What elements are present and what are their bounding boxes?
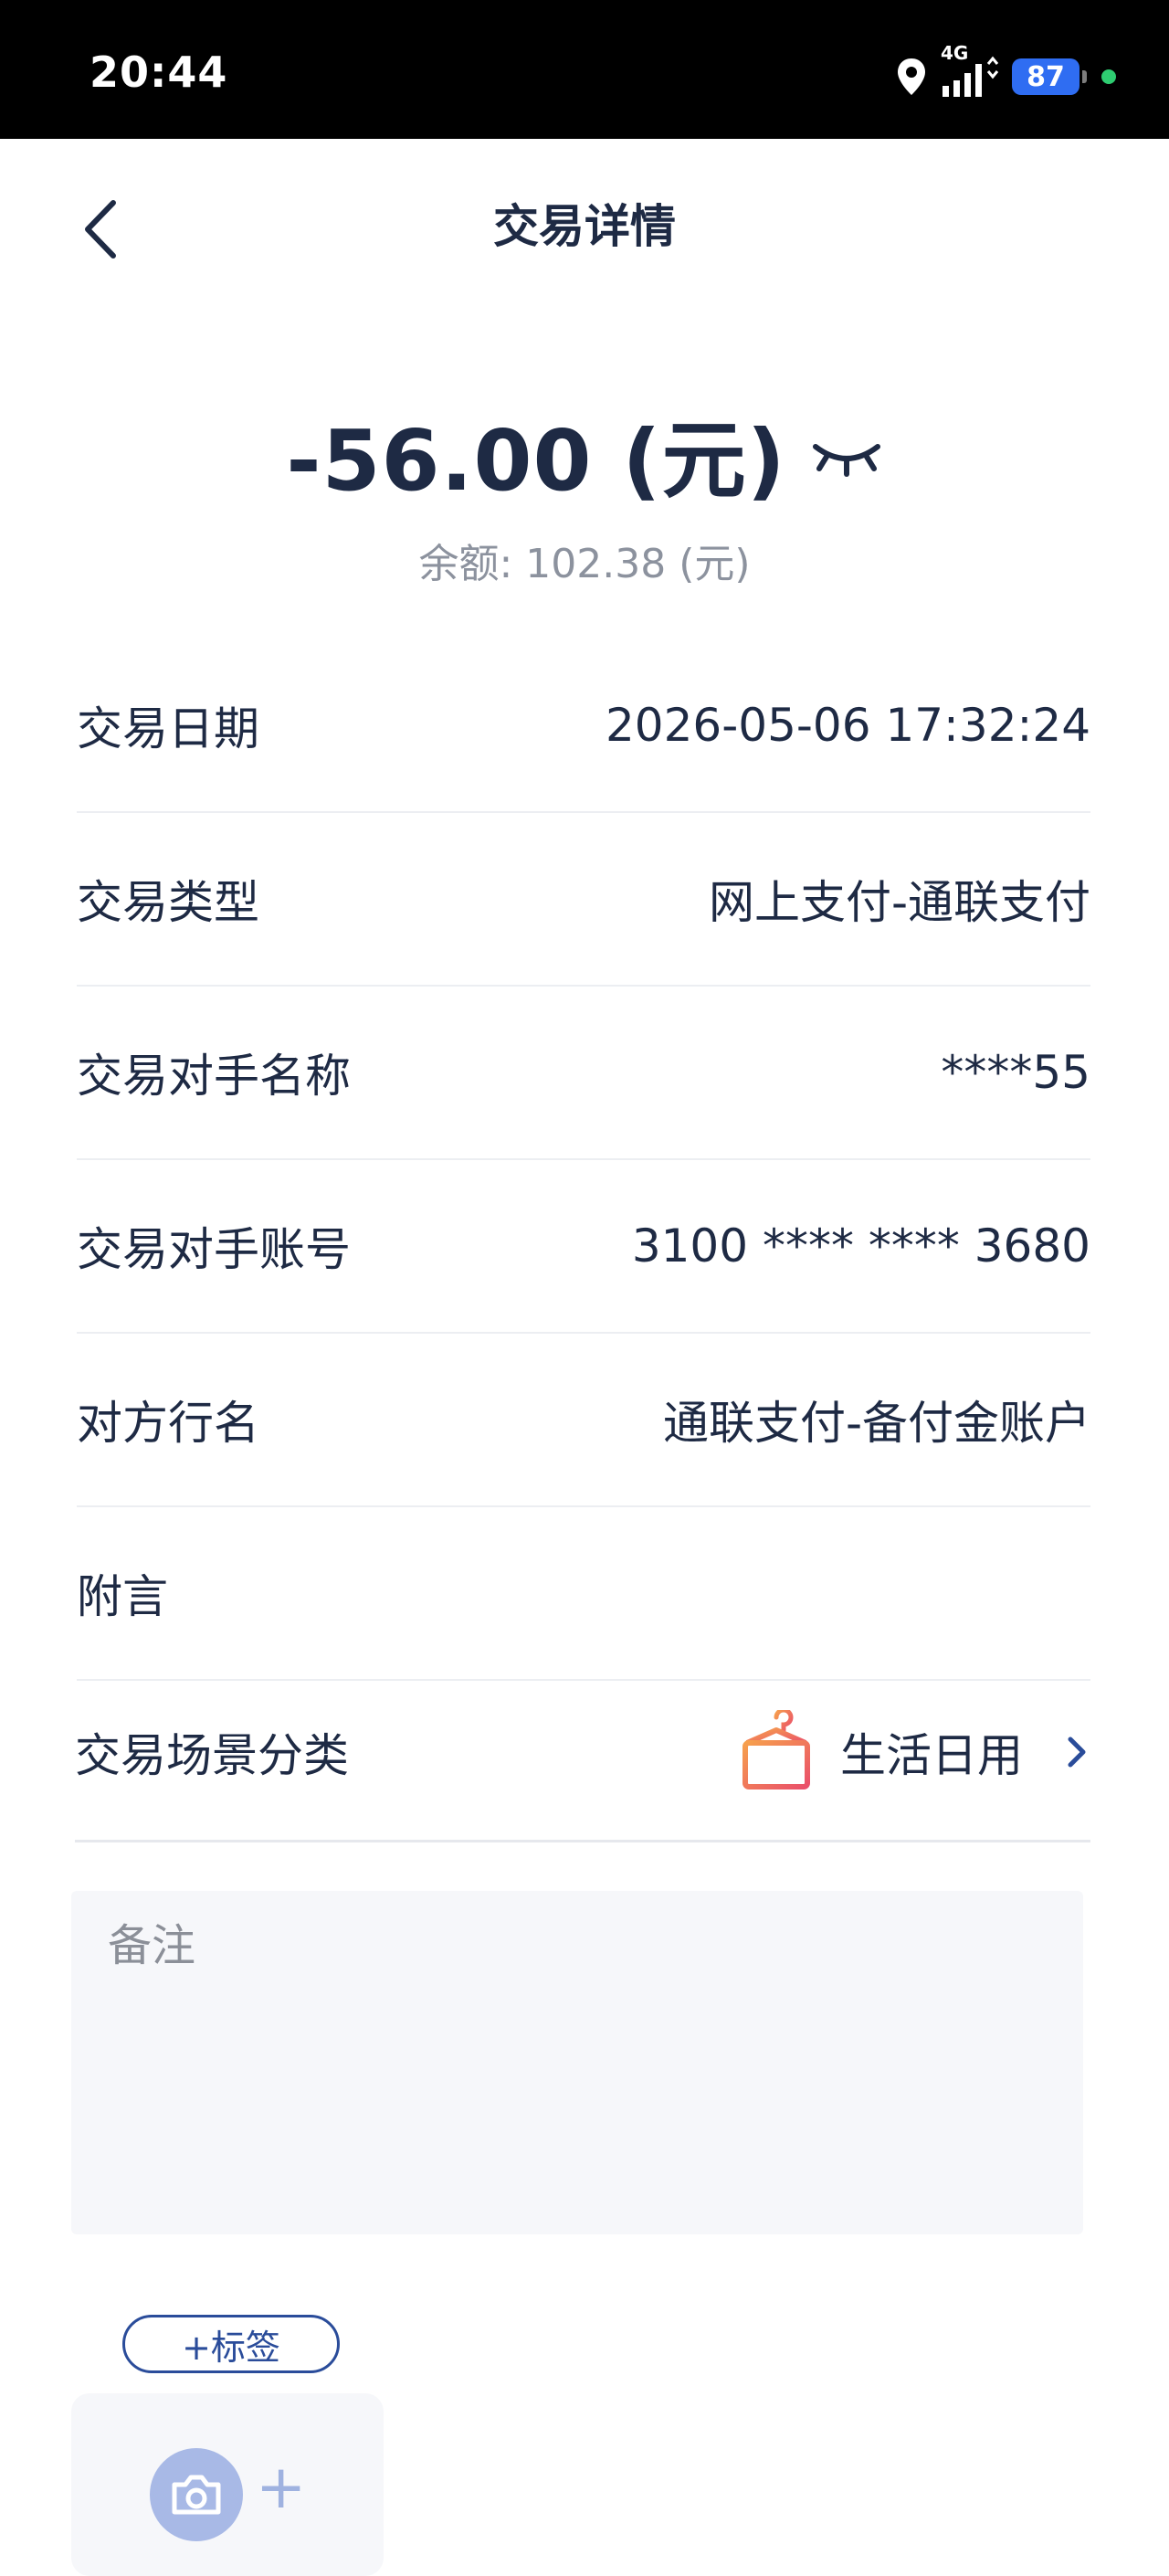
plus-icon: +: [256, 2452, 307, 2522]
detail-label: 交易对手名称: [77, 1050, 351, 1103]
detail-label: 交易日期: [77, 702, 259, 755]
active-dot-icon: [1101, 69, 1116, 84]
note-textarea[interactable]: 备注: [71, 1891, 1083, 2234]
signal-icon: 4G: [941, 42, 999, 99]
detail-label: 交易对手账号: [77, 1223, 351, 1276]
transaction-amount: -56.00 (元): [286, 412, 786, 510]
status-bar: 20:44 4G 87: [0, 0, 1169, 139]
detail-row-counterparty-name: 交易对手名称 ****55: [77, 987, 1090, 1160]
detail-label: 交易类型: [77, 876, 259, 929]
detail-value: 网上支付-通联支付: [708, 876, 1090, 929]
add-photo-button[interactable]: +: [71, 2393, 384, 2576]
scene-label: 交易场景分类: [75, 1729, 349, 1782]
detail-row-postscript: 附言: [77, 1507, 1090, 1681]
detail-label: 附言: [77, 1570, 168, 1623]
nav-header: 交易详情: [0, 139, 1169, 303]
note-placeholder: 备注: [108, 1920, 196, 1971]
status-time: 20:44: [90, 48, 228, 97]
detail-list: 交易日期 2026-05-06 17:32:24 交易类型 网上支付-通联支付 …: [77, 639, 1090, 1681]
detail-value: ****55: [941, 1046, 1090, 1099]
detail-row-type: 交易类型 网上支付-通联支付: [77, 813, 1090, 987]
detail-value: 通联支付-备付金账户: [662, 1397, 1090, 1450]
eye-closed-icon[interactable]: [810, 427, 883, 481]
status-icons: 4G 87: [895, 42, 1116, 102]
scene-category-value: 生活日用: [840, 1729, 1023, 1782]
scene-category-selector[interactable]: 生活日用: [734, 1710, 1090, 1794]
page-title: 交易详情: [493, 200, 676, 253]
detail-value: 2026-05-06 17:32:24: [605, 699, 1090, 752]
detail-label: 对方行名: [77, 1397, 259, 1450]
hanger-icon: [742, 1710, 810, 1789]
detail-row-bank-name: 对方行名 通联支付-备付金账户: [77, 1334, 1090, 1507]
detail-value: 3100 **** **** 3680: [631, 1219, 1090, 1272]
camera-icon: [150, 2448, 243, 2541]
amount-summary: -56.00 (元) 余额: 102.38 (元): [0, 393, 1169, 589]
chevron-right-icon: [1068, 1737, 1086, 1768]
detail-row-date: 交易日期 2026-05-06 17:32:24: [77, 639, 1090, 813]
scene-category-row[interactable]: 交易场景分类 生活日用: [75, 1664, 1090, 1842]
location-icon: [895, 57, 928, 97]
battery-icon: 87: [1012, 58, 1087, 95]
detail-row-counterparty-account: 交易对手账号 3100 **** **** 3680: [77, 1160, 1090, 1334]
add-tag-button[interactable]: +标签: [122, 2315, 340, 2373]
balance-text: 余额: 102.38 (元): [418, 541, 751, 587]
